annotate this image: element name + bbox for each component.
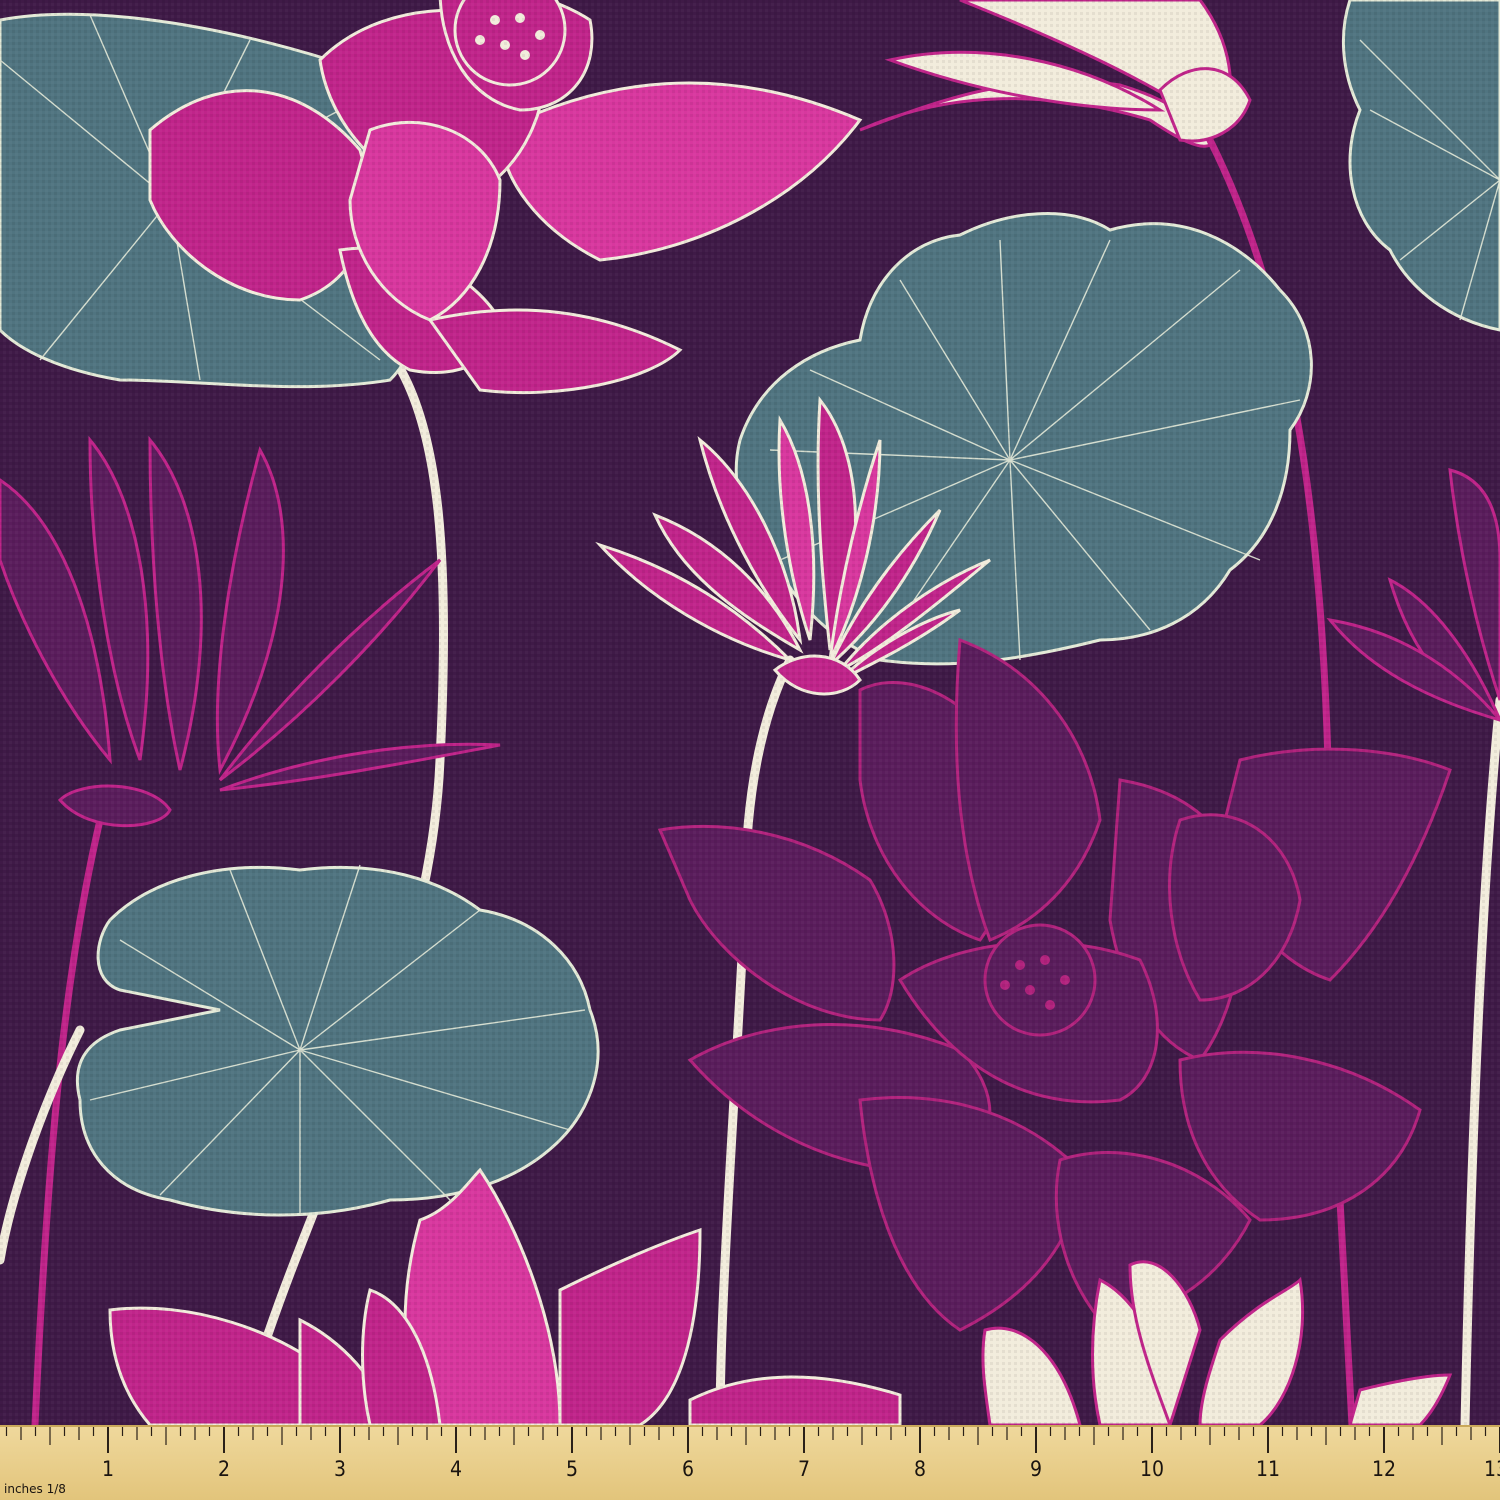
ruler-number: 8 <box>913 1457 927 1481</box>
measuring-ruler: 1 2 3 4 5 6 7 8 9 10 11 12 13 inches 1/8 <box>0 1425 1500 1500</box>
ruler-number: 9 <box>1029 1457 1043 1481</box>
lotus-pattern-artwork <box>0 0 1500 1425</box>
ruler-number: 6 <box>681 1457 695 1481</box>
fabric-swatch: 1 2 3 4 5 6 7 8 9 10 11 12 13 inches 1/8 <box>0 0 1500 1500</box>
ruler-number: 3 <box>333 1457 347 1481</box>
ruler-number: 4 <box>449 1457 463 1481</box>
ruler-number: 5 <box>565 1457 579 1481</box>
ruler-number: 7 <box>797 1457 811 1481</box>
fabric-texture <box>0 0 1500 1425</box>
ruler-number: 10 <box>1140 1457 1165 1481</box>
ruler-number: 12 <box>1372 1457 1397 1481</box>
ruler-number: 11 <box>1256 1457 1281 1481</box>
ruler-number: 2 <box>217 1457 231 1481</box>
ruler-number: 13 <box>1484 1457 1500 1481</box>
ruler-number: 1 <box>101 1457 115 1481</box>
ruler-unit-caption: inches 1/8 <box>4 1482 66 1496</box>
